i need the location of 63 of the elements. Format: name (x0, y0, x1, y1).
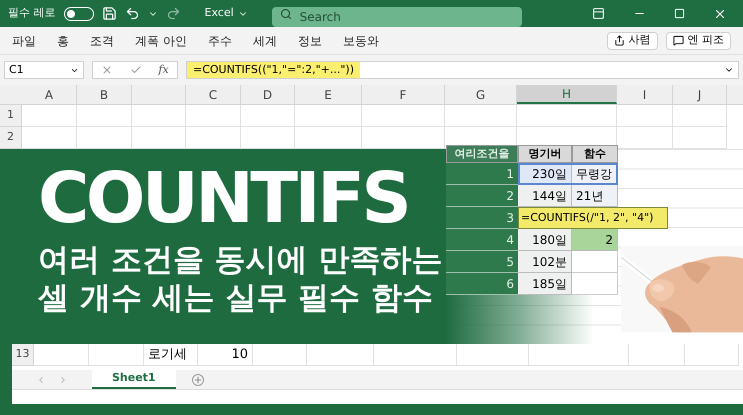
sheet-tab[interactable]: Sheet1 (92, 370, 176, 389)
grid-cell (572, 251, 618, 273)
column-header[interactable]: A (22, 85, 77, 104)
ribbon-tab[interactable]: 정보 (298, 32, 322, 50)
save-icon[interactable] (102, 6, 116, 21)
banner-subtitle: 셀 개수 세는 실무 필수 함수 (38, 279, 434, 317)
column-header[interactable]: I (617, 85, 673, 104)
ribbon-tab[interactable]: 보동와 (342, 32, 379, 50)
table-header-cell: 함수 (572, 145, 618, 163)
search-field[interactable]: Search (272, 6, 522, 26)
column-header[interactable]: B (77, 85, 132, 104)
ribbon-tab[interactable]: 세계 (252, 32, 277, 50)
column-header[interactable]: E (295, 85, 362, 104)
comment-icon (672, 35, 684, 46)
table-cell: 144일 (518, 185, 572, 207)
formula-cell: =COUNTIFS(/"1, 2", "4") (518, 207, 668, 229)
column-header[interactable]: C (186, 85, 241, 104)
column-header[interactable]: J (673, 85, 727, 104)
autosave-toggle[interactable] (64, 6, 94, 20)
banner-title: COUNTIFS (38, 156, 410, 241)
column-header[interactable]: F (362, 85, 445, 104)
column-header[interactable]: H (517, 85, 617, 104)
table-cell: 21년 (572, 185, 618, 207)
ribbon-tab[interactable]: 계폭 아인 (135, 32, 187, 50)
restore-icon[interactable] (674, 8, 685, 19)
share-icon (614, 35, 624, 46)
cancel-icon[interactable] (101, 64, 114, 76)
row-number: 2 (0, 127, 22, 149)
app-name-button[interactable]: Excel (204, 5, 248, 22)
search-icon (280, 8, 292, 20)
table-cell: 1 (446, 163, 518, 185)
comments-button[interactable]: 엔 피조 (666, 32, 731, 50)
formula-field[interactable]: =COUNTIFS(("1,"=":2,"+...")) (186, 61, 739, 79)
table-cell: 3 (446, 207, 518, 229)
table-cell: 185일 (518, 273, 572, 295)
column-header[interactable]: D (241, 85, 295, 104)
check-icon[interactable] (130, 64, 142, 76)
ribbon-tab[interactable]: 주수 (208, 32, 232, 50)
table-cell: 230일 (518, 163, 572, 185)
insert-function-button[interactable]: fx (158, 62, 169, 78)
ribbon-tab[interactable]: 파일 (12, 32, 36, 50)
table-cell: 6 (446, 273, 518, 295)
banner-subtitle: 여러 조건을 동시에 만족하는 (38, 241, 442, 279)
add-sheet-icon[interactable] (192, 374, 204, 386)
table-header-cell: 여리조건을 (446, 145, 518, 163)
row-number: 13 (12, 344, 34, 366)
ribbon-display-icon[interactable] (592, 7, 605, 20)
share-button[interactable]: 사렴 (606, 32, 658, 50)
table-cell: 무령강 (572, 163, 618, 185)
table-cell: 2 (572, 229, 618, 251)
grid-cell (572, 273, 618, 295)
row-number: 1 (0, 105, 22, 127)
undo-icon[interactable] (124, 6, 140, 21)
table-cell: 2 (446, 185, 518, 207)
ribbon-tab[interactable]: 조격 (90, 32, 114, 50)
table-cell: 180일 (518, 229, 572, 251)
name-box[interactable]: C1 (4, 61, 84, 79)
autosave-label: 필수 레로 (8, 5, 56, 22)
ribbon-tab[interactable]: 홍 (57, 32, 69, 50)
table-cell: 5 (446, 251, 518, 273)
table-cell: 102분 (518, 251, 572, 273)
table-header-cell: 명기버 (518, 145, 572, 163)
table-cell: 4 (446, 229, 518, 251)
